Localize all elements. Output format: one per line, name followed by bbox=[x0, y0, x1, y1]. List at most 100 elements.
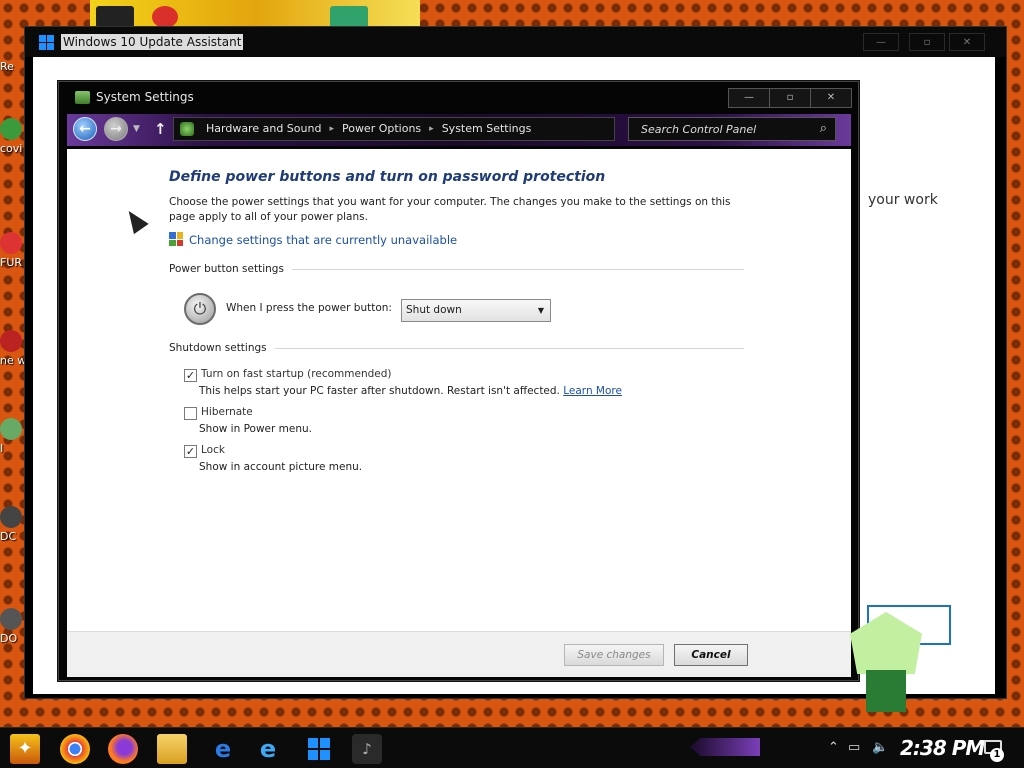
hibernate-label[interactable]: Hibernate bbox=[201, 406, 253, 418]
back-button[interactable]: ← bbox=[73, 117, 97, 141]
breadcrumb-separator-icon[interactable]: ▸ bbox=[329, 122, 334, 136]
windows-update-icon[interactable] bbox=[304, 734, 334, 764]
up-arrow-icon[interactable]: ↑ bbox=[154, 120, 167, 138]
cancel-button[interactable]: Cancel bbox=[674, 644, 748, 666]
search-icon[interactable]: ⌕ bbox=[820, 121, 827, 136]
fast-startup-checkbox[interactable]: ✓ bbox=[184, 369, 197, 382]
desktop-icon-label: I bbox=[0, 442, 4, 455]
start-icon[interactable]: ✦ bbox=[10, 734, 40, 764]
desktop-app-tile[interactable] bbox=[152, 6, 178, 28]
power-button-label: When I press the power button: bbox=[226, 302, 392, 314]
notification-count-badge: 1 bbox=[990, 748, 1004, 762]
minimize-button[interactable]: — bbox=[728, 88, 770, 108]
desktop-app-tile[interactable] bbox=[330, 6, 368, 28]
app-icon bbox=[0, 232, 22, 254]
desktop-top-strip bbox=[90, 0, 420, 26]
recent-pages-dropdown-icon[interactable]: ▼ bbox=[133, 124, 140, 134]
desktop-icon[interactable]: Re bbox=[0, 60, 26, 73]
desktop-app-tile[interactable] bbox=[96, 6, 134, 28]
address-bar: ← → ▼ ↑ Hardware and Sound ▸ Power Optio… bbox=[67, 114, 851, 146]
app-icon bbox=[0, 118, 22, 140]
chrome-icon[interactable] bbox=[60, 734, 90, 764]
fast-startup-description-text: This helps start your PC faster after sh… bbox=[199, 385, 560, 397]
clock[interactable]: 2:38 PM bbox=[900, 736, 985, 760]
breadcrumb-item-system-settings[interactable]: System Settings bbox=[442, 122, 532, 136]
section-title: Shutdown settings bbox=[169, 342, 267, 354]
dropdown-arrow-icon: ▼ bbox=[537, 306, 544, 315]
desktop-icon[interactable]: covi boos bbox=[0, 118, 26, 155]
app-icon bbox=[0, 330, 22, 352]
power-button-action-select[interactable]: Shut down ▼ bbox=[401, 299, 551, 322]
power-icon: ⏻ bbox=[184, 293, 216, 325]
internet-explorer-icon[interactable]: e bbox=[253, 734, 283, 764]
lock-description: Show in account picture menu. bbox=[199, 461, 363, 473]
section-title: Power button settings bbox=[169, 263, 284, 275]
lock-checkbox[interactable]: ✓ bbox=[184, 445, 197, 458]
file-explorer-icon[interactable] bbox=[157, 734, 187, 764]
section-divider bbox=[274, 347, 744, 349]
breadcrumb-separator-icon[interactable]: ▸ bbox=[429, 122, 434, 136]
desktop-icon-label: DO bbox=[0, 632, 18, 645]
search-placeholder: Search Control Panel bbox=[641, 123, 757, 136]
breadcrumb[interactable]: Hardware and Sound ▸ Power Options ▸ Sys… bbox=[173, 117, 615, 141]
taskbar: ✦ e e ♪ ⌃ ▭ 🔈 2:38 PM 1 bbox=[0, 727, 1024, 768]
update-assistant-titlebar[interactable]: Windows 10 Update Assistant — ▫ ✕ bbox=[25, 27, 1006, 57]
taskbar-decoration bbox=[690, 738, 760, 756]
selected-value: Shut down bbox=[406, 304, 462, 316]
window-title: Windows 10 Update Assistant bbox=[61, 34, 244, 50]
minimize-button[interactable]: — bbox=[863, 33, 899, 51]
control-panel-icon bbox=[180, 122, 194, 136]
shutdown-settings-section: Shutdown settings bbox=[169, 342, 744, 354]
system-settings-window: System Settings — ▫ ✕ ← → ▼ ↑ Hardware a… bbox=[58, 81, 859, 681]
power-button-settings-section: Power button settings bbox=[169, 263, 744, 275]
edge-icon[interactable]: e bbox=[208, 734, 238, 764]
maximize-button[interactable]: ▫ bbox=[909, 33, 945, 51]
search-input[interactable]: Search Control Panel ⌕ bbox=[628, 117, 836, 141]
breadcrumb-item-power-options[interactable]: Power Options bbox=[342, 122, 421, 136]
desktop-icon[interactable]: I bbox=[0, 418, 26, 455]
firefox-icon[interactable] bbox=[108, 734, 138, 764]
character-head bbox=[850, 612, 922, 674]
page-title: Define power buttons and turn on passwor… bbox=[169, 169, 606, 185]
desktop-icon[interactable]: ne wh bbox=[0, 330, 26, 367]
page-description: Choose the power settings that you want … bbox=[169, 196, 731, 223]
character-body bbox=[866, 670, 906, 712]
window-title: System Settings bbox=[96, 90, 194, 104]
change-unavailable-settings-link[interactable]: Change settings that are currently unava… bbox=[189, 233, 457, 247]
maximize-button[interactable]: ▫ bbox=[769, 88, 811, 108]
volume-icon[interactable]: 🔈 bbox=[872, 740, 888, 755]
desktop-icon[interactable]: DO bbox=[0, 608, 26, 645]
desktop-icon[interactable]: DC bbox=[0, 506, 26, 543]
hibernate-checkbox[interactable] bbox=[184, 407, 197, 420]
character-sticker bbox=[846, 612, 926, 712]
breadcrumb-item-hardware-and-sound[interactable]: Hardware and Sound bbox=[206, 122, 321, 136]
update-assistant-text: your work bbox=[868, 192, 938, 208]
system-settings-content: Define power buttons and turn on passwor… bbox=[67, 149, 851, 631]
desktop-icon-label: ne wh bbox=[0, 354, 26, 367]
forward-button[interactable]: → bbox=[104, 117, 128, 141]
network-icon[interactable]: ▭ bbox=[848, 740, 860, 755]
desktop-icon-label: FUR bbox=[0, 256, 23, 269]
steam-icon[interactable]: ♪ bbox=[352, 734, 382, 764]
desktop-icon[interactable]: FUR bbox=[0, 232, 26, 269]
uac-shield-icon bbox=[169, 232, 183, 246]
desktop-icon-label: covi boos bbox=[0, 142, 26, 155]
learn-more-link[interactable]: Learn More bbox=[563, 385, 622, 397]
section-divider bbox=[291, 268, 744, 270]
fast-startup-description: This helps start your PC faster after sh… bbox=[199, 385, 622, 397]
tray-expand-icon[interactable]: ⌃ bbox=[828, 740, 839, 755]
dialog-footer: Save changes Cancel bbox=[67, 631, 851, 677]
desktop-icon-label: Re bbox=[0, 60, 14, 73]
system-settings-titlebar[interactable]: System Settings — ▫ ✕ bbox=[59, 82, 858, 112]
window-controls: — ▫ ✕ bbox=[728, 88, 852, 108]
fast-startup-label[interactable]: Turn on fast startup (recommended) bbox=[201, 368, 391, 380]
close-button[interactable]: ✕ bbox=[810, 88, 852, 108]
app-icon bbox=[0, 418, 22, 440]
close-button[interactable]: ✕ bbox=[949, 33, 985, 51]
app-icon bbox=[0, 608, 22, 630]
app-icon bbox=[0, 506, 22, 528]
hibernate-description: Show in Power menu. bbox=[199, 423, 312, 435]
save-changes-button[interactable]: Save changes bbox=[564, 644, 664, 666]
lock-label[interactable]: Lock bbox=[201, 444, 225, 456]
control-panel-icon bbox=[75, 91, 90, 104]
